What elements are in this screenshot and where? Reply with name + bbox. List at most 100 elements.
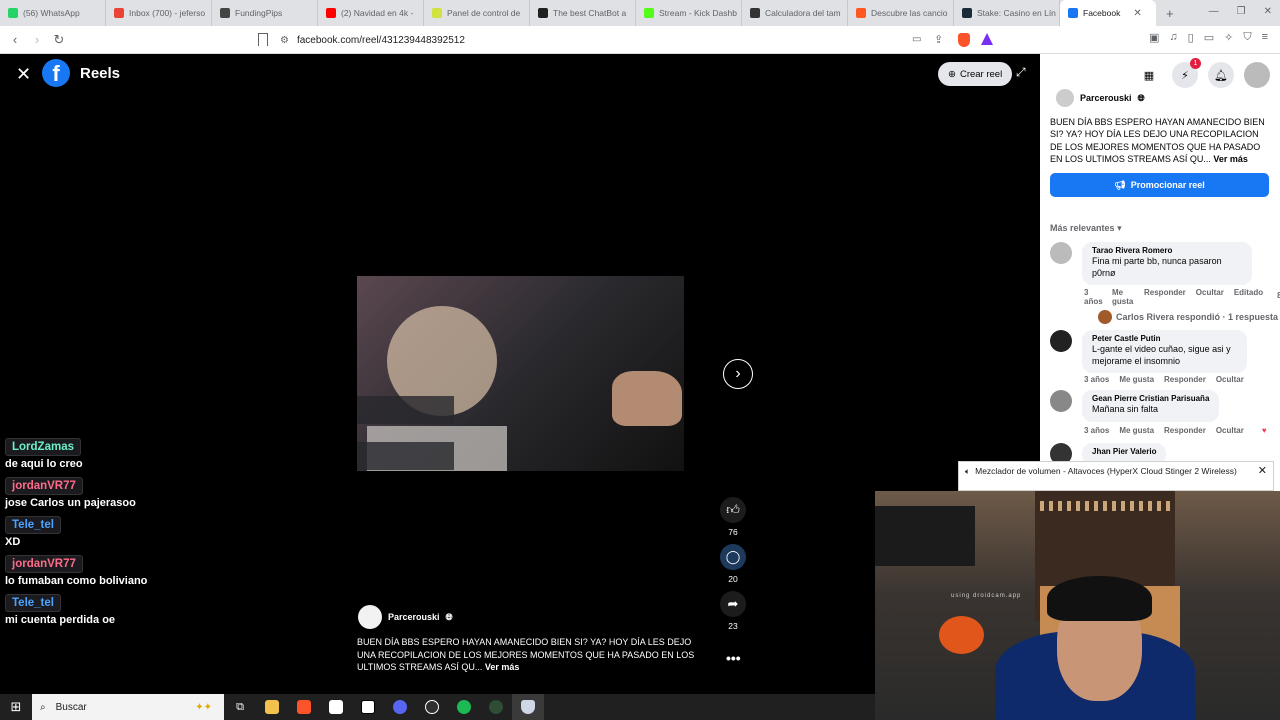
brave-icon[interactable] [288,694,320,720]
restore-icon[interactable]: ❐ [1237,6,1246,17]
browser-tab[interactable]: FundingPips [212,0,318,26]
tab-label: Facebook [1083,8,1121,18]
avatar[interactable] [1050,330,1072,352]
windows-start-icon[interactable]: ⊞ [0,699,32,715]
view-replies-link[interactable]: Carlos Rivera respondió · 1 respuesta [1098,310,1278,324]
reply-link[interactable]: Responder [1144,288,1186,306]
menu-icon[interactable]: ≡ [1262,31,1268,44]
commenter-name[interactable]: Gean Pierre Cristian Parisuaña [1092,394,1209,403]
site-info-icon[interactable]: ⚙ [280,35,289,46]
browser-tab[interactable]: Calculadora del tam [742,0,848,26]
ai-icon[interactable]: ✧ [1224,31,1233,44]
create-reel-label: Crear reel [959,68,1003,80]
new-tab-icon[interactable]: + [1156,6,1184,21]
tradingview-icon[interactable] [320,694,352,720]
create-reel-button[interactable]: ⊕ Crear reel [938,62,1013,86]
menu-grid-icon[interactable]: ▦ [1136,62,1162,88]
reload-icon[interactable]: ↻ [48,32,70,48]
more-options-icon[interactable]: ••• [726,650,741,666]
browser-tab[interactable]: Inbox (700) - jeferso [106,0,212,26]
avatar[interactable] [1050,390,1072,412]
avatar[interactable] [358,605,382,629]
see-more-link[interactable]: Ver más [1213,154,1248,164]
favicon-icon [220,8,230,18]
address-bar: ‹ › ↻ ⚙ facebook.com/reel/43123944839251… [0,26,1280,54]
window-controls: — ❐ ✕ [1209,6,1272,17]
comment-time[interactable]: 3 años [1084,375,1109,384]
browser-tab[interactable]: Descubre las cancio [848,0,954,26]
discord-icon[interactable] [384,694,416,720]
brave-shield-icon[interactable] [958,33,970,47]
messenger-icon[interactable]: ⚡ 1 [1172,58,1201,88]
task-view-icon[interactable]: ⧉ [224,694,256,720]
close-window-icon[interactable]: ✕ [1264,6,1272,17]
taskbar-search[interactable]: ⌕ Buscar ✦✦ [32,694,224,720]
camera-icon: ⊕ [948,68,956,80]
pip-icon[interactable]: ▭ [912,34,921,45]
share-button[interactable]: ➦ 23 [720,591,746,631]
promote-reel-button[interactable]: 📢︎ Promocionar reel [1050,173,1269,197]
like-link[interactable]: Me gusta [1119,426,1154,435]
close-tab-icon[interactable]: ✕ [1133,8,1141,19]
url-field[interactable]: ⚙ facebook.com/reel/431239448392512 [280,30,1000,50]
facebook-logo[interactable]: f [42,59,70,87]
vpn-icon[interactable]: ⛉ [1243,31,1251,44]
wallet-icon[interactable]: ▭ [1204,31,1214,44]
reel-author[interactable]: Parcerouski 🌐︎ [358,605,453,629]
next-reel-button[interactable]: › [723,359,753,389]
sort-dropdown[interactable]: Más relevantes ▾ [1050,223,1122,234]
browser-tab[interactable]: Facebook ✕ [1060,0,1156,26]
browser-tab[interactable]: Stake: Casino en Lín [954,0,1060,26]
browser-tab[interactable]: The best ChatBot a [530,0,636,26]
app-icon[interactable] [480,694,512,720]
comment-actions: 3 años Me gusta Responder Ocultar Editad… [1084,288,1280,306]
close-icon[interactable]: ✕ [16,64,31,85]
comment-button[interactable]: ◯ 20 [720,544,746,584]
app-icon[interactable] [512,694,544,720]
favicon-icon [326,8,336,18]
spotify-icon[interactable] [448,694,480,720]
like-button[interactable]: 👍︎ 76 [720,497,746,537]
promote-label: Promocionar reel [1130,180,1205,190]
music-icon[interactable]: ♫ [1169,31,1177,44]
like-link[interactable]: Me gusta [1119,375,1154,384]
comment-time[interactable]: 3 años [1084,288,1103,306]
brave-rewards-icon[interactable] [981,33,993,45]
commenter-name[interactable]: Tarao Rivera Romero [1092,246,1242,255]
fullscreen-icon[interactable]: ⤢ [1016,65,1026,80]
notion-icon[interactable] [352,694,384,720]
commenter-name[interactable]: Peter Castle Putin [1092,334,1237,343]
author-name[interactable]: Parcerouski [388,612,440,622]
hide-link[interactable]: Ocultar [1216,426,1244,435]
author-name[interactable]: Parcerouski [1080,93,1132,103]
obs-icon[interactable] [416,694,448,720]
profile-avatar[interactable] [1244,62,1270,88]
see-more-link[interactable]: Ver más [485,662,520,672]
commenter-name[interactable]: Jhan Pier Valerio [1092,447,1156,456]
close-icon[interactable]: ✕ [1258,464,1267,477]
browser-tab[interactable]: (2) Navidad en 4k - [318,0,424,26]
forward-icon[interactable]: › [26,32,48,47]
browser-tab[interactable]: (56) WhatsApp [0,0,106,26]
bell-icon[interactable]: 🔔︎ [1208,62,1234,88]
browser-tab[interactable]: Panel de control de [424,0,530,26]
avatar[interactable] [1050,242,1072,264]
reply-link[interactable]: Responder [1164,426,1206,435]
comment-time[interactable]: 3 años [1084,426,1109,435]
panel-author[interactable]: Parcerouski 🌐︎ [1056,89,1145,107]
hide-link[interactable]: Ocultar [1196,288,1224,306]
stream-chat-overlay: LordZamas de aqui lo creo jordanVR77 jose C… [5,437,245,632]
minimize-icon[interactable]: — [1209,6,1219,17]
browser-tab[interactable]: Stream - Kick Dashb [636,0,742,26]
back-icon[interactable]: ‹ [4,32,26,47]
bookmark-icon[interactable] [258,33,268,46]
like-link[interactable]: Me gusta [1112,288,1134,306]
reading-list-icon[interactable]: ▣ [1149,31,1159,44]
reply-link[interactable]: Responder [1164,375,1206,384]
share-icon[interactable]: ⇪ [934,33,943,46]
file-explorer-icon[interactable] [256,694,288,720]
hide-link[interactable]: Ocultar [1216,375,1244,384]
reel-video[interactable] [357,276,684,471]
avatar[interactable] [1056,89,1074,107]
sidebar-icon[interactable]: ▯ [1188,31,1194,44]
